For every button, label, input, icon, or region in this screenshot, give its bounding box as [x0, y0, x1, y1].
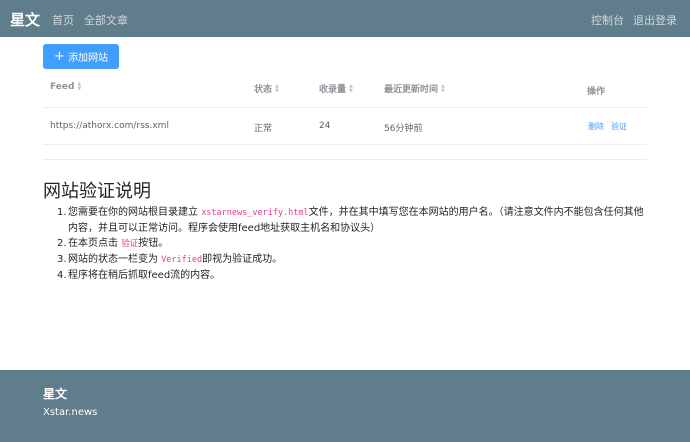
- section-divider: [43, 159, 647, 160]
- brand-logo[interactable]: 星文: [10, 9, 40, 30]
- list-item: 1. 您需要在你的网站根目录建立 xstarnews_verify.html文件…: [57, 205, 649, 236]
- column-header-updated[interactable]: 最近更新时间 ▲ ▼: [384, 82, 445, 95]
- add-site-button[interactable]: + 添加网站: [43, 44, 119, 69]
- column-header-feed-label: Feed: [50, 82, 75, 92]
- step-text: 按钮。: [138, 238, 169, 249]
- column-header-count-label: 收录量: [319, 85, 347, 95]
- cell-status: 正常: [254, 124, 273, 134]
- footer: 星文 Xstar.news: [0, 370, 690, 442]
- feed-table-header: Feed ▲ ▼ 状态 ▲ ▼ 收录量 ▲ ▼ 最近更新时间 ▲ ▼ 操作: [43, 82, 647, 108]
- sort-icon[interactable]: ▲ ▼: [275, 83, 279, 94]
- code-verify: 验证: [121, 239, 139, 249]
- column-header-updated-label: 最近更新时间: [384, 85, 439, 95]
- plus-icon: +: [54, 49, 65, 64]
- sort-icon[interactable]: ▲ ▼: [77, 82, 81, 92]
- footer-site-name: Xstar.news: [43, 407, 98, 418]
- nav-home-link[interactable]: 首页: [52, 12, 74, 28]
- column-header-ops: 操作: [587, 84, 605, 97]
- column-header-status-label: 状态: [254, 85, 273, 95]
- delete-button[interactable]: 删除: [588, 121, 604, 132]
- column-header-ops-label: 操作: [587, 87, 606, 97]
- nav-console-link[interactable]: 控制台: [591, 12, 624, 28]
- verify-button[interactable]: 验证: [611, 121, 627, 132]
- step-text: 即视为验证成功。: [202, 254, 283, 265]
- code-verified: Verified: [161, 255, 203, 265]
- step-text: 程序将在稍后抓取feed流的内容。: [68, 270, 221, 281]
- nav-all-articles-link[interactable]: 全部文章: [84, 12, 128, 28]
- footer-title: 星文: [43, 387, 68, 401]
- step-number: 1.: [57, 207, 67, 218]
- column-header-feed[interactable]: Feed ▲ ▼: [50, 82, 81, 93]
- cell-feed-url: https://athorx.com/rss.xml: [50, 121, 169, 131]
- step-number: 2.: [57, 238, 67, 249]
- guide-title: 网站验证说明: [43, 181, 151, 202]
- list-item: 2. 在本页点击 验证按钮。: [57, 236, 649, 252]
- list-item: 4. 程序将在稍后抓取feed流的内容。: [57, 268, 649, 283]
- list-item: 3. 网站的状态一栏变为 Verified即视为验证成功。: [57, 252, 649, 268]
- guide-steps: 1. 您需要在你的网站根目录建立 xstarnews_verify.html文件…: [57, 205, 649, 283]
- cell-updated: 56分钟前: [384, 124, 423, 134]
- column-header-status[interactable]: 状态 ▲ ▼: [254, 82, 279, 95]
- step-text: 您需要在你的网站根目录建立: [68, 207, 202, 218]
- step-number: 4.: [57, 270, 67, 281]
- nav-logout-link[interactable]: 退出登录: [633, 12, 677, 28]
- sort-icon[interactable]: ▲ ▼: [441, 83, 445, 94]
- sort-icon[interactable]: ▲ ▼: [349, 83, 353, 94]
- step-text: 在本页点击: [68, 238, 122, 249]
- code-filename: xstarnews_verify.html: [201, 208, 309, 218]
- add-site-label: 添加网站: [67, 53, 108, 64]
- top-navbar: 星文 首页 全部文章 控制台 退出登录: [0, 0, 690, 37]
- cell-count: 24: [319, 121, 331, 131]
- column-header-count[interactable]: 收录量 ▲ ▼: [319, 82, 353, 95]
- step-text: 网站的状态一栏变为: [68, 254, 162, 265]
- step-number: 3.: [57, 254, 67, 265]
- table-row: https://athorx.com/rss.xml 正常 24 56分钟前 删…: [43, 108, 647, 145]
